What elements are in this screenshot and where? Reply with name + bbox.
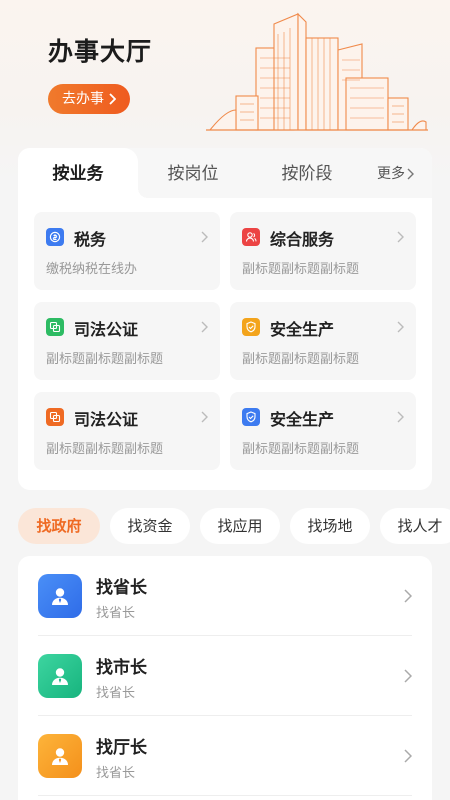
go-handle-label: 去办事 (62, 91, 104, 107)
tab-by-stage[interactable]: 按阶段 (252, 148, 362, 198)
list-item-subtitle: 找省长 (96, 686, 136, 701)
chip-find-talent[interactable]: 找人才 (380, 508, 450, 544)
chevron-right-icon (201, 411, 208, 423)
person-icon (38, 734, 82, 778)
chevron-right-icon (109, 93, 116, 105)
chevron-right-icon (201, 231, 208, 243)
service-subtitle: 副标题副标题副标题 (46, 442, 164, 457)
service-item-safety[interactable]: 安全生产 副标题副标题副标题 (230, 302, 416, 380)
city-buildings-illustration (206, 12, 428, 131)
more-tabs-button[interactable]: 更多 (377, 148, 414, 200)
list-item-title: 找厅长 (96, 738, 147, 758)
category-tabs: 按业务 按岗位 按阶段 更多 (18, 148, 432, 198)
go-handle-button[interactable]: 去办事 (48, 84, 130, 114)
people-icon (242, 228, 260, 246)
shield-icon (242, 318, 260, 336)
notary-icon (46, 318, 64, 336)
service-title: 司法公证 (74, 320, 139, 339)
chevron-right-icon (404, 669, 412, 683)
tab-by-business[interactable]: 按业务 (18, 148, 148, 198)
more-label: 更多 (377, 166, 405, 182)
service-subtitle: 副标题副标题副标题 (46, 352, 164, 367)
service-subtitle: 副标题副标题副标题 (242, 262, 360, 277)
service-title: 安全生产 (270, 410, 335, 429)
chevron-right-icon (407, 168, 414, 180)
service-item-tax[interactable]: 税务 缴税纳税在线办 (34, 212, 220, 290)
service-item-comprehensive[interactable]: 综合服务 副标题副标题副标题 (230, 212, 416, 290)
person-icon (38, 654, 82, 698)
list-item-title: 找市长 (96, 658, 147, 678)
find-filter-chips: 找政府 找资金 找应用 找场地 找人才 (18, 508, 450, 544)
shield-icon (242, 408, 260, 426)
officials-list: 找省长 找省长 找市长 找省长 找厅长 找省长 (18, 556, 432, 800)
service-title: 综合服务 (270, 230, 335, 249)
service-subtitle: 副标题副标题副标题 (242, 352, 360, 367)
service-item-notary[interactable]: 司法公证 副标题副标题副标题 (34, 302, 220, 380)
page-title: 办事大厅 (48, 37, 153, 66)
chevron-right-icon (397, 321, 404, 333)
tab-by-position[interactable]: 按岗位 (138, 148, 248, 198)
chip-find-funds[interactable]: 找资金 (110, 508, 190, 544)
chevron-right-icon (397, 231, 404, 243)
list-item-mayor[interactable]: 找市长 找省长 (18, 636, 432, 716)
service-item-notary-2[interactable]: 司法公证 副标题副标题副标题 (34, 392, 220, 470)
service-subtitle: 副标题副标题副标题 (242, 442, 360, 457)
service-item-safety-2[interactable]: 安全生产 副标题副标题副标题 (230, 392, 416, 470)
service-title: 司法公证 (74, 410, 139, 429)
divider (38, 795, 412, 796)
chevron-right-icon (404, 749, 412, 763)
list-item-subtitle: 找省长 (96, 606, 136, 621)
person-icon (38, 574, 82, 618)
chip-find-apps[interactable]: 找应用 (200, 508, 280, 544)
service-subtitle: 缴税纳税在线办 (46, 262, 138, 277)
service-category-card: 按业务 按岗位 按阶段 更多 税务 缴税纳税在线办 综合服务 副标题副标题副标题… (18, 148, 432, 490)
chevron-right-icon (397, 411, 404, 423)
list-item-director[interactable]: 找厅长 找省长 (18, 716, 432, 796)
list-item-title: 找省长 (96, 578, 147, 598)
service-title: 安全生产 (270, 320, 335, 339)
notary-icon (46, 408, 64, 426)
chevron-right-icon (404, 589, 412, 603)
chip-find-government[interactable]: 找政府 (18, 508, 100, 544)
tax-icon (46, 228, 64, 246)
list-item-subtitle: 找省长 (96, 766, 136, 781)
chevron-right-icon (201, 321, 208, 333)
service-title: 税务 (74, 230, 107, 249)
chip-find-venues[interactable]: 找场地 (290, 508, 370, 544)
list-item-governor[interactable]: 找省长 找省长 (18, 556, 432, 636)
